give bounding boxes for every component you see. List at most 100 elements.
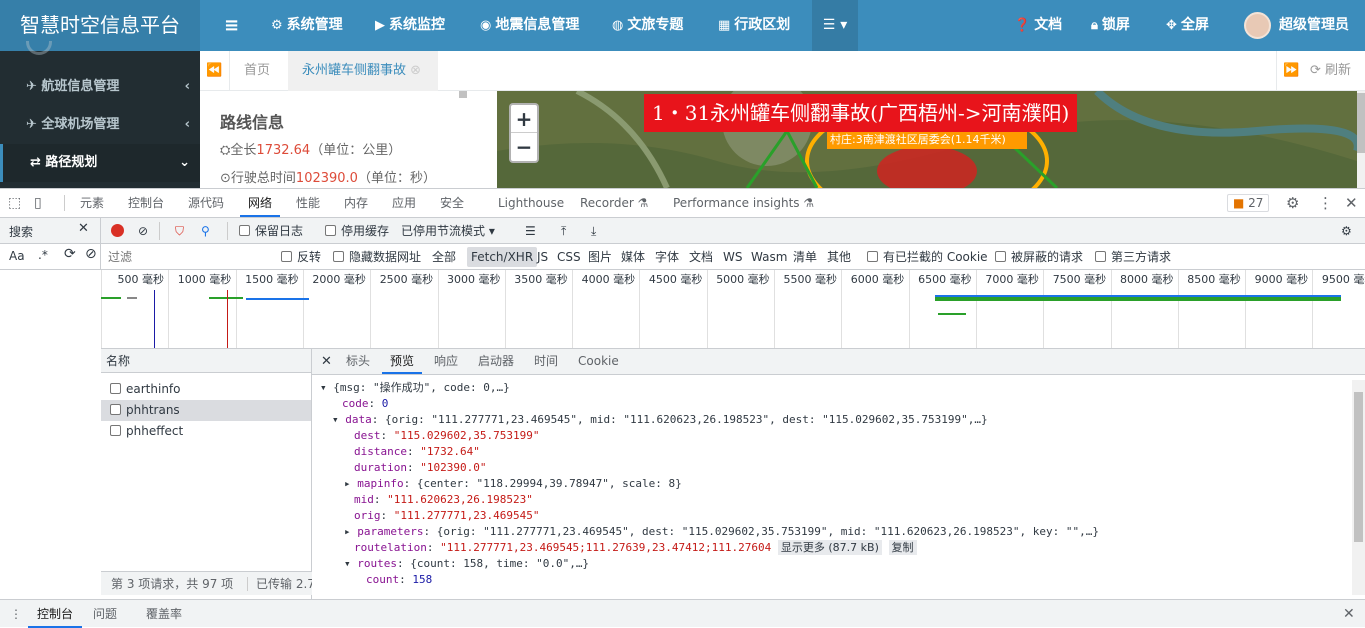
blocked-requests-checkbox[interactable]: 被屏蔽的请求	[995, 244, 1083, 270]
tab-initiator[interactable]: 启动器	[478, 349, 514, 374]
record-icon[interactable]	[111, 224, 124, 237]
request-row-phheffect[interactable]: phheffect	[101, 421, 311, 442]
close-detail-icon[interactable]: ✕	[321, 354, 332, 369]
checkbox[interactable]	[995, 251, 1006, 262]
nav-item-system[interactable]: ⚙ 系统管理	[271, 0, 343, 51]
name-column-header[interactable]: 名称	[101, 349, 311, 373]
type-filter-manifest[interactable]: 清单	[793, 244, 817, 270]
drawer-tab-console[interactable]: 控制台	[28, 600, 83, 628]
checkbox[interactable]	[867, 251, 878, 262]
docs-button[interactable]: ❓ 文档	[1014, 0, 1062, 51]
page-scrollbar[interactable]	[1357, 91, 1365, 188]
settings-gear-icon[interactable]: ⚙	[1286, 189, 1299, 217]
panel-scrollbar[interactable]	[459, 91, 467, 98]
tabs-forward-icon[interactable]: ⏩	[1276, 51, 1306, 91]
close-drawer-icon[interactable]: ✕	[1343, 600, 1355, 628]
nav-more-dropdown[interactable]: ☰ ▾	[812, 0, 858, 51]
filter-input[interactable]	[105, 247, 271, 267]
type-filter-all[interactable]: 全部	[432, 244, 456, 270]
json-line-parameters[interactable]: ▸ parameters: {orig: "111.277771,23.4695…	[344, 524, 1099, 540]
tab-active[interactable]: 永州罐车侧翻事故 ⊗	[288, 51, 438, 91]
drawer-tab-issues[interactable]: 问题	[93, 600, 117, 628]
nav-item-culture[interactable]: ◍ 文旅专题	[612, 0, 683, 51]
sidebar-item-airports[interactable]: ✈ 全球机场管理 ‹	[0, 106, 200, 144]
checkbox[interactable]	[281, 251, 292, 262]
search-icon[interactable]: ⚲	[201, 218, 210, 244]
zoom-out-button[interactable]: −	[511, 133, 537, 161]
tab-recorder[interactable]: Recorder ⚗	[580, 189, 648, 217]
nav-item-monitor[interactable]: ▶ 系统监控	[375, 0, 445, 51]
sidebar-item-flights[interactable]: ✈ 航班信息管理 ‹	[0, 68, 200, 106]
issues-badge[interactable]: ■ 27	[1227, 194, 1270, 212]
lock-screen-button[interactable]: 🔒︎ 锁屏	[1091, 0, 1130, 51]
request-row-phhtrans[interactable]: phhtrans	[101, 400, 311, 421]
type-filter-doc[interactable]: 文档	[689, 244, 713, 270]
show-more-button[interactable]: 显示更多 (87.7 kB)	[777, 540, 882, 555]
tab-security[interactable]: 安全	[440, 189, 464, 217]
device-toggle-icon[interactable]: ▯	[34, 189, 42, 217]
drawer-tab-coverage[interactable]: 覆盖率	[146, 600, 182, 628]
user-name[interactable]: 超级管理员	[1279, 0, 1349, 51]
network-overview[interactable]: 500 毫秒 1000 毫秒 1500 毫秒 2000 毫秒 2500 毫秒 3000 毫…	[101, 270, 1365, 349]
tab-network[interactable]: 网络	[240, 189, 281, 217]
tab-headers[interactable]: 标头	[346, 349, 370, 374]
type-filter-img[interactable]: 图片	[588, 244, 612, 270]
type-filter-xhr[interactable]: Fetch/XHR	[467, 247, 538, 267]
tab-memory[interactable]: 内存	[344, 189, 368, 217]
preview-scrollbar[interactable]	[1352, 380, 1365, 595]
more-options-icon[interactable]: ⋮	[1318, 189, 1333, 217]
network-conditions-icon[interactable]: ☰	[525, 218, 536, 244]
invert-checkbox[interactable]: 反转	[281, 244, 321, 270]
type-filter-css[interactable]: CSS	[557, 244, 581, 270]
zoom-in-button[interactable]: +	[511, 105, 537, 133]
tab-sources[interactable]: 源代码	[188, 189, 224, 217]
tabs-back-icon[interactable]: ⏪	[200, 51, 230, 91]
type-filter-other[interactable]: 其他	[827, 244, 851, 270]
checkbox[interactable]	[239, 225, 250, 236]
json-line-routes[interactable]: ▾ routes: {count: 158, time: "0.0",…}	[344, 556, 589, 572]
checkbox[interactable]	[333, 251, 344, 262]
inspect-icon[interactable]: ⬚	[8, 189, 21, 217]
nav-item-region[interactable]: ▦ 行政区划	[718, 0, 790, 51]
menu-toggle-icon[interactable]: ≡	[224, 0, 239, 51]
type-filter-js[interactable]: JS	[537, 244, 548, 270]
tab-timing[interactable]: 时间	[534, 349, 558, 374]
close-icon[interactable]: ⊗	[410, 63, 421, 78]
checkbox[interactable]	[1095, 251, 1106, 262]
tab-lighthouse[interactable]: Lighthouse	[498, 189, 564, 217]
avatar[interactable]	[1244, 12, 1271, 39]
tab-home[interactable]: 首页	[244, 51, 270, 91]
throttle-select[interactable]: 已停用节流模式 ▾	[401, 218, 495, 244]
tab-application[interactable]: 应用	[392, 189, 416, 217]
match-case-icon[interactable]: Aa	[9, 249, 25, 263]
refresh-button[interactable]: ⟳ 刷新	[1310, 51, 1351, 91]
fullscreen-button[interactable]: ✥ 全屏	[1166, 0, 1209, 51]
regex-icon[interactable]: .*	[38, 248, 48, 262]
tab-performance[interactable]: 性能	[296, 189, 320, 217]
disable-cache-checkbox[interactable]: 停用缓存	[325, 218, 389, 244]
request-row-earthinfo[interactable]: earthinfo	[101, 379, 311, 400]
clear-search-icon[interactable]: ⊘	[85, 246, 97, 262]
json-line-data[interactable]: ▾ data: {orig: "111.277771,23.469545", m…	[332, 412, 988, 428]
network-settings-icon[interactable]: ⚙	[1341, 218, 1352, 244]
refresh-search-icon[interactable]: ⟳	[64, 246, 76, 262]
json-root[interactable]: ▾ {msg: "操作成功", code: 0,…}	[320, 380, 510, 396]
close-devtools-icon[interactable]: ✕	[1345, 189, 1358, 217]
preserve-log-checkbox[interactable]: 保留日志	[239, 218, 303, 244]
tab-console[interactable]: 控制台	[128, 189, 164, 217]
type-filter-wasm[interactable]: Wasm	[751, 244, 787, 270]
import-icon[interactable]: ⤒	[561, 218, 566, 244]
blocked-cookies-checkbox[interactable]: 有已拦截的 Cookie	[867, 244, 988, 270]
filter-icon[interactable]: ⛉	[175, 218, 184, 244]
third-party-checkbox[interactable]: 第三方请求	[1095, 244, 1171, 270]
tab-preview[interactable]: 预览	[382, 349, 423, 374]
clear-icon[interactable]: ⊘	[138, 218, 148, 244]
tab-response[interactable]: 响应	[434, 349, 458, 374]
nav-item-earthquake[interactable]: ◉ 地震信息管理	[480, 0, 579, 51]
type-filter-media[interactable]: 媒体	[621, 244, 645, 270]
tab-elements[interactable]: 元素	[80, 189, 104, 217]
copy-button[interactable]: 复制	[888, 540, 917, 555]
json-line-mapinfo[interactable]: ▸ mapinfo: {center: "118.29994,39.78947"…	[344, 476, 682, 492]
sidebar-item-route[interactable]: ⇄ 路径规划 ⌄	[0, 144, 200, 182]
tab-performance-insights[interactable]: Performance insights ⚗	[673, 189, 814, 217]
